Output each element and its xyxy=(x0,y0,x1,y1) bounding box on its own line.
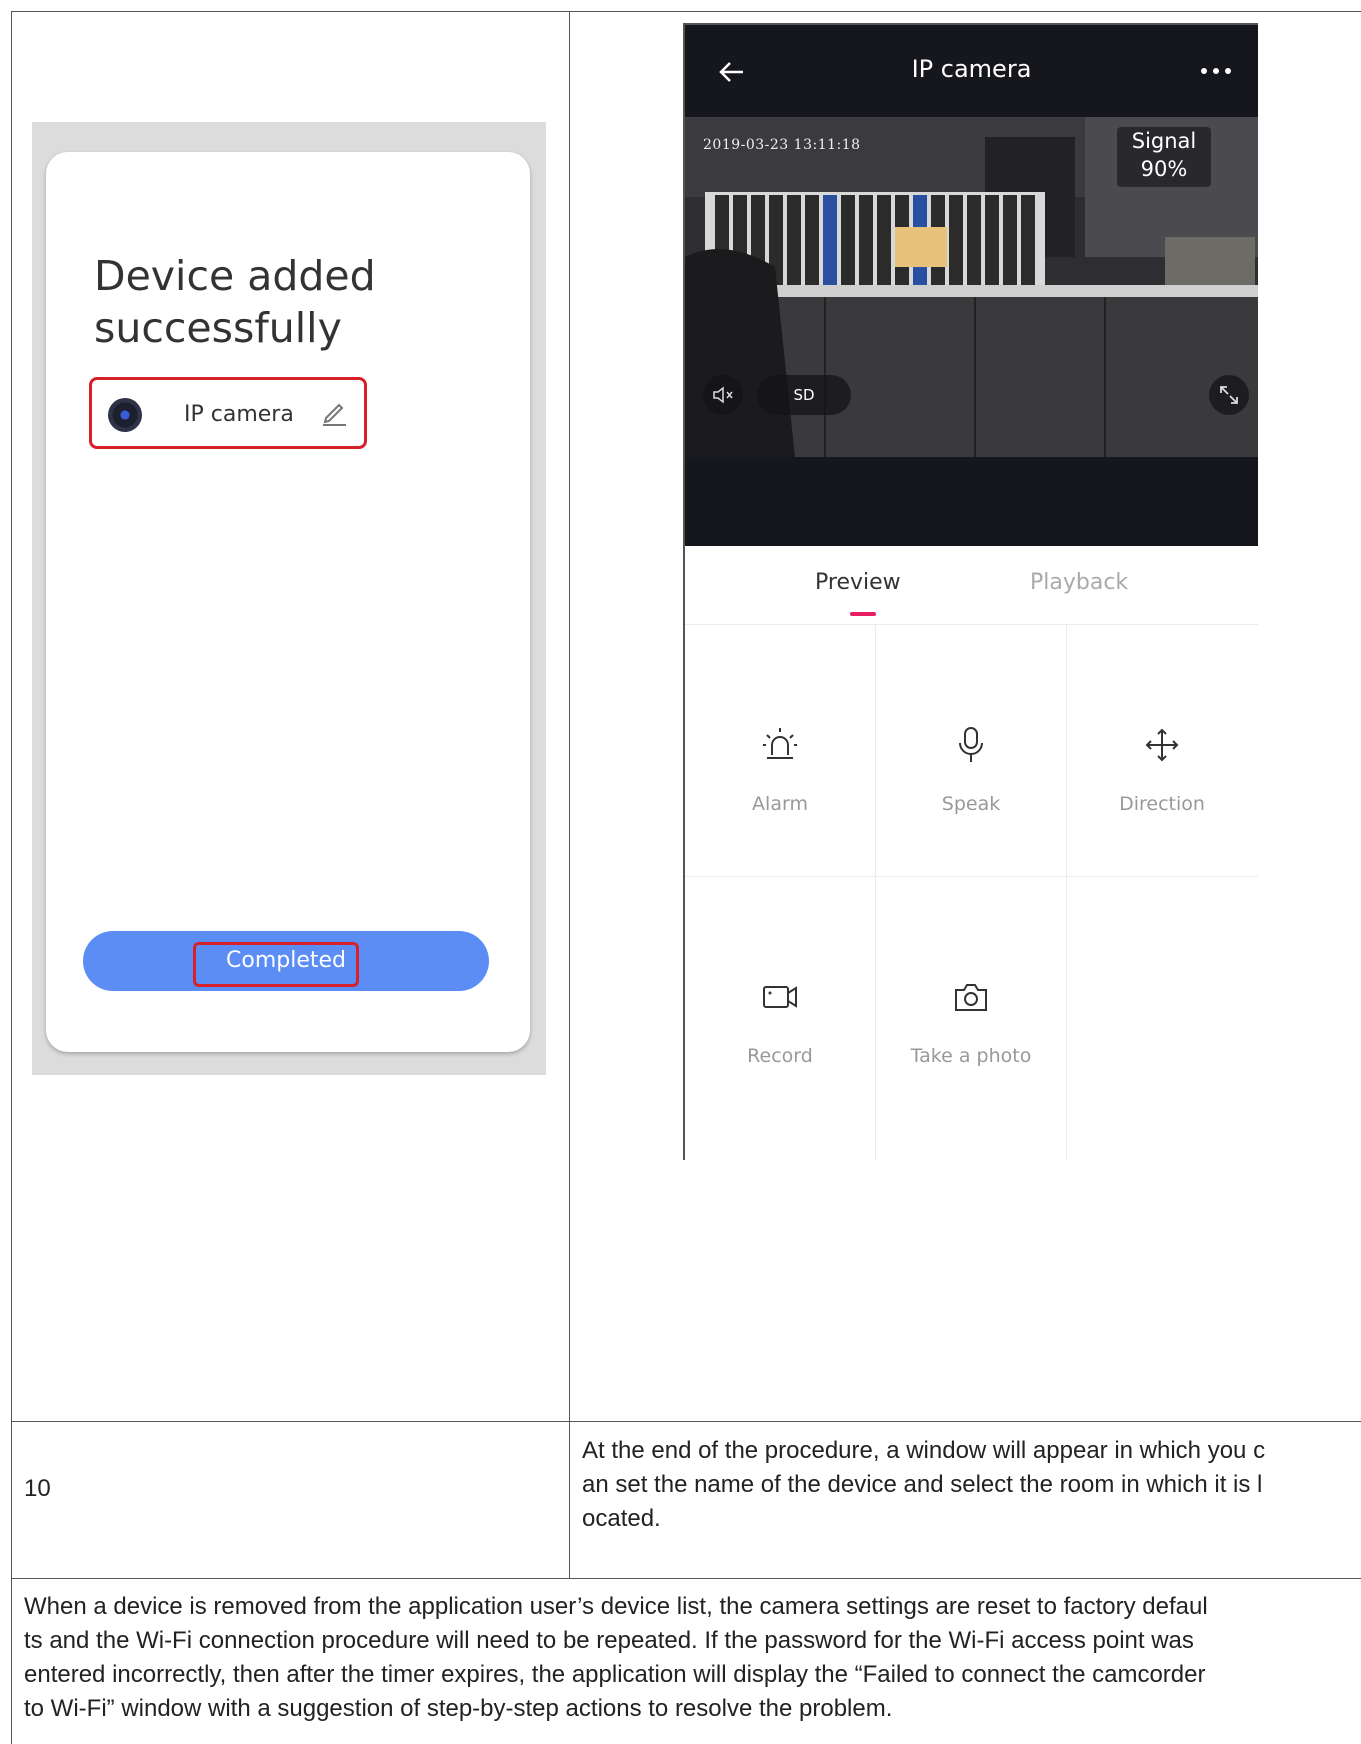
direction-label: Direction xyxy=(1119,793,1205,815)
record-control[interactable]: Record xyxy=(685,877,875,1157)
camera-preview-screenshot: IP camera 2019-03-23 13:11:18 Signal 90%… xyxy=(683,23,1258,1160)
signal-label: Signal xyxy=(1131,129,1197,153)
table-left-border xyxy=(11,11,12,1744)
device-added-screenshot: Device added successfully IP camera Comp… xyxy=(32,122,546,1075)
table-row-divider-1 xyxy=(11,1421,1361,1422)
alarm-label: Alarm xyxy=(752,793,808,815)
tab-playback[interactable]: Playback xyxy=(1030,570,1128,595)
dialog-title: Device added successfully xyxy=(94,252,376,352)
signal-strength-badge: Signal 90% xyxy=(1117,127,1211,187)
video-record-icon xyxy=(763,986,797,1008)
completed-button[interactable]: Completed xyxy=(83,931,489,991)
active-tab-indicator xyxy=(850,612,876,616)
device-added-dialog: Device added successfully IP camera Comp… xyxy=(46,152,530,1052)
camera-avatar-icon xyxy=(108,398,142,432)
edit-pencil-icon[interactable] xyxy=(320,398,348,426)
step-description: At the end of the procedure, a window wi… xyxy=(582,1437,1266,1532)
quality-sd-button[interactable]: SD xyxy=(757,375,851,415)
camera-controls-grid: Alarm Speak Direction Record Take a phot… xyxy=(685,625,1258,1160)
mute-button[interactable] xyxy=(703,375,743,415)
fullscreen-button[interactable] xyxy=(1209,375,1249,415)
camera-icon xyxy=(955,984,987,1011)
speak-control[interactable]: Speak xyxy=(876,625,1066,905)
tab-preview[interactable]: Preview xyxy=(815,570,901,595)
video-bottom-bar xyxy=(685,457,1258,546)
device-name-row[interactable]: IP camera xyxy=(89,377,367,449)
microphone-icon xyxy=(959,727,983,762)
fullscreen-icon xyxy=(1220,386,1238,404)
app-bar-title: IP camera xyxy=(911,55,1032,83)
alarm-siren-icon xyxy=(763,728,797,759)
signal-value: 90% xyxy=(1140,157,1188,181)
completed-highlight-box xyxy=(193,942,359,987)
take-photo-label: Take a photo xyxy=(910,1045,1032,1067)
table-top-border xyxy=(11,11,1361,12)
alarm-control[interactable]: Alarm xyxy=(685,625,875,905)
take-photo-control[interactable]: Take a photo xyxy=(876,877,1066,1157)
app-bar: IP camera xyxy=(685,25,1258,117)
more-options-icon[interactable] xyxy=(1198,65,1234,77)
direction-control[interactable]: Direction xyxy=(1067,625,1257,905)
note-paragraph: When a device is removed from the applic… xyxy=(24,1593,1208,1722)
camera-video-feed[interactable]: 2019-03-23 13:11:18 Signal 90% SD xyxy=(685,117,1258,457)
table-row-divider-2 xyxy=(11,1578,1361,1579)
device-name-label: IP camera xyxy=(184,402,294,427)
step-number: 10 xyxy=(24,1475,51,1502)
speak-label: Speak xyxy=(941,793,1001,815)
video-timestamp: 2019-03-23 13:11:18 xyxy=(703,137,861,153)
preview-playback-tabs: Preview Playback xyxy=(685,546,1258,625)
direction-arrows-icon xyxy=(1145,728,1179,762)
table-column-divider xyxy=(569,11,570,1578)
speaker-muted-icon xyxy=(713,386,733,404)
record-label: Record xyxy=(747,1045,813,1067)
